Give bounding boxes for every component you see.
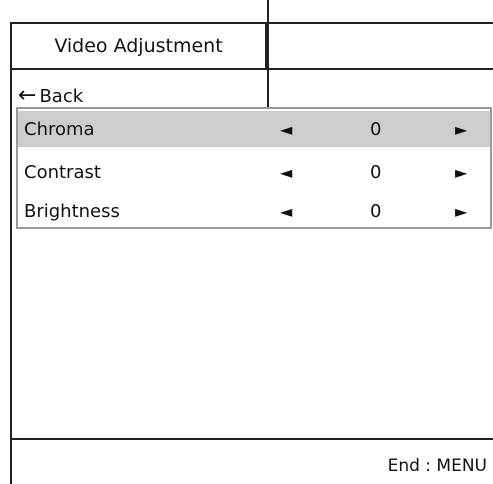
left-arrow-icon: ← — [18, 83, 37, 108]
back-button[interactable]: ← Back — [18, 84, 83, 108]
setting-row-brightness[interactable]: Brightness ◄ 0 ► — [18, 193, 490, 229]
end-menu-hint: End : MENU — [387, 456, 487, 476]
setting-value: 0 — [370, 200, 382, 222]
setting-value: 0 — [370, 118, 382, 140]
decrease-arrow-icon[interactable]: ◄ — [280, 120, 292, 139]
setting-label: Chroma — [24, 118, 95, 140]
tab-divider — [265, 22, 267, 68]
setting-label: Contrast — [24, 161, 101, 183]
increase-arrow-icon[interactable]: ► — [455, 163, 467, 182]
setting-row-contrast[interactable]: Contrast ◄ 0 ► — [18, 154, 490, 190]
decrease-arrow-icon[interactable]: ◄ — [280, 202, 292, 221]
setting-label: Brightness — [24, 200, 120, 222]
back-label: Back — [39, 85, 84, 107]
increase-arrow-icon[interactable]: ► — [455, 120, 467, 139]
decrease-arrow-icon[interactable]: ◄ — [280, 163, 292, 182]
setting-value: 0 — [370, 161, 382, 183]
increase-arrow-icon[interactable]: ► — [455, 202, 467, 221]
setting-row-chroma[interactable]: Chroma ◄ 0 ► — [18, 111, 490, 147]
page-title: Video Adjustment — [54, 35, 223, 57]
page-title-tab[interactable]: Video Adjustment — [12, 24, 265, 68]
